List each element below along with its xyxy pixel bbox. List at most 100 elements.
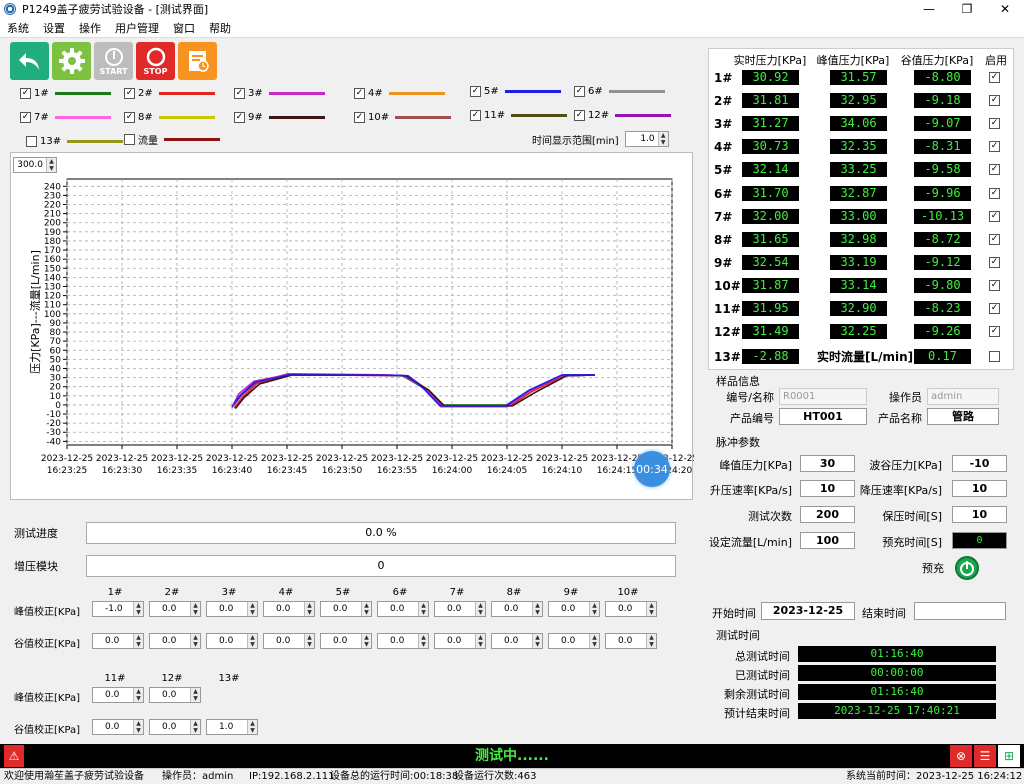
correction-value[interactable]: 0.0	[606, 636, 646, 646]
spin-arrows-icon[interactable]: ▲ ▼	[133, 688, 143, 702]
valley-correction-spinner[interactable]: 0.0 ▲ ▼	[92, 719, 144, 735]
legend-checkbox[interactable]	[124, 133, 135, 145]
legend-checkbox[interactable]: ✓	[574, 109, 585, 121]
timer-badge[interactable]: 00:34	[634, 451, 670, 487]
legend-item[interactable]: ✓ 12#	[574, 108, 672, 122]
legend-checkbox[interactable]: ✓	[234, 111, 245, 123]
spin-arrows-icon[interactable]: ▲ ▼	[304, 634, 314, 648]
channel-enable-checkbox[interactable]: ✓	[989, 210, 1000, 222]
network-icon[interactable]: ⊞	[998, 745, 1020, 767]
valley-correction-spinner[interactable]: 0.0 ▲ ▼	[548, 633, 600, 649]
settings-button[interactable]	[52, 42, 91, 80]
peak-pressure-field[interactable]: 30	[800, 455, 855, 472]
correction-value[interactable]: 0.0	[492, 604, 532, 614]
fall-rate-field[interactable]: 10	[952, 480, 1007, 497]
correction-value[interactable]: 0.0	[264, 636, 304, 646]
correction-value[interactable]: 1.0	[207, 722, 247, 732]
channel-enable-checkbox[interactable]: ✓	[989, 233, 1000, 245]
spin-arrows-icon[interactable]: ▲ ▼	[133, 602, 143, 616]
correction-value[interactable]: 0.0	[321, 604, 361, 614]
correction-value[interactable]: 0.0	[549, 604, 589, 614]
report-button[interactable]	[178, 42, 217, 80]
spin-arrows-icon[interactable]: ▲ ▼	[646, 634, 656, 648]
minimize-button[interactable]: —	[910, 0, 948, 18]
peak-correction-spinner[interactable]: 0.0 ▲ ▼	[548, 601, 600, 617]
stop-button[interactable]: STOP	[136, 42, 175, 80]
rise-rate-field[interactable]: 10	[800, 480, 855, 497]
legend-checkbox[interactable]: ✓	[470, 109, 481, 121]
spin-arrows-icon[interactable]: ▲ ▼	[418, 634, 428, 648]
valley-correction-spinner[interactable]: 0.0 ▲ ▼	[491, 633, 543, 649]
correction-value[interactable]: 0.0	[606, 604, 646, 614]
legend-item[interactable]: ✓ 10#	[354, 110, 452, 124]
legend-item[interactable]: ✓ 3#	[234, 86, 325, 100]
legend-item[interactable]: 流量	[124, 132, 220, 147]
correction-value[interactable]: 0.0	[207, 636, 247, 646]
peak-correction-spinner[interactable]: 0.0 ▲ ▼	[149, 687, 201, 703]
correction-value[interactable]: 0.0	[321, 636, 361, 646]
legend-checkbox[interactable]: ✓	[354, 111, 365, 123]
channel-enable-checkbox[interactable]: ✓	[989, 187, 1000, 199]
channel-enable-checkbox[interactable]: ✓	[989, 303, 1000, 314]
spin-arrows-icon[interactable]: ▲ ▼	[133, 634, 143, 648]
peak-correction-spinner[interactable]: 0.0 ▲ ▼	[149, 601, 201, 617]
legend-checkbox[interactable]: ✓	[354, 87, 365, 99]
legend-item[interactable]: ✓ 9#	[234, 110, 325, 124]
spin-arrows-icon[interactable]: ▲ ▼	[190, 634, 200, 648]
correction-value[interactable]: 0.0	[492, 636, 532, 646]
spin-arrows-icon[interactable]: ▲ ▼	[418, 602, 428, 616]
spin-arrows-icon[interactable]: ▲ ▼	[361, 602, 371, 616]
peak-correction-spinner[interactable]: 0.0 ▲ ▼	[605, 601, 657, 617]
channel-enable-checkbox[interactable]: ✓	[989, 141, 1000, 153]
correction-value[interactable]: 0.0	[150, 690, 190, 700]
time-range-value[interactable]: 1.0	[626, 134, 658, 144]
precharge-power-icon[interactable]	[955, 556, 979, 580]
menu-settings[interactable]: 设置	[36, 20, 72, 36]
correction-value[interactable]: 0.0	[435, 604, 475, 614]
peak-correction-spinner[interactable]: 0.0 ▲ ▼	[434, 601, 486, 617]
menu-system[interactable]: 系统	[0, 20, 36, 36]
legend-item[interactable]: ✓ 1#	[20, 86, 111, 100]
correction-value[interactable]: 0.0	[378, 636, 418, 646]
valley-correction-spinner[interactable]: 0.0 ▲ ▼	[92, 633, 144, 649]
legend-item[interactable]: ✓ 8#	[124, 110, 215, 124]
legend-item[interactable]: ✓ 11#	[470, 108, 568, 122]
correction-value[interactable]: 0.0	[150, 722, 190, 732]
spin-arrows-icon[interactable]: ▲ ▼	[589, 634, 599, 648]
menu-user-management[interactable]: 用户管理	[108, 20, 166, 36]
peak-correction-spinner[interactable]: 0.0 ▲ ▼	[263, 601, 315, 617]
channel-enable-checkbox[interactable]	[989, 351, 1000, 363]
peak-correction-spinner[interactable]: 0.0 ▲ ▼	[377, 601, 429, 617]
channel-enable-checkbox[interactable]: ✓	[989, 118, 1000, 130]
correction-value[interactable]: 0.0	[264, 604, 304, 614]
legend-checkbox[interactable]: ✓	[470, 85, 481, 97]
valley-correction-spinner[interactable]: 0.0 ▲ ▼	[149, 719, 201, 735]
legend-item[interactable]: 13#	[26, 134, 124, 148]
legend-checkbox[interactable]: ✓	[20, 87, 31, 99]
correction-value[interactable]: 0.0	[150, 604, 190, 614]
channel-enable-checkbox[interactable]: ✓	[989, 164, 1000, 176]
valley-correction-spinner[interactable]: 1.0 ▲ ▼	[206, 719, 258, 735]
operator-field[interactable]: admin	[927, 388, 999, 405]
spin-arrows-icon[interactable]: ▲ ▼	[247, 602, 257, 616]
channel-enable-checkbox[interactable]: ✓	[989, 326, 1000, 338]
correction-value[interactable]: 0.0	[435, 636, 475, 646]
spin-arrows-icon[interactable]: ▲ ▼	[646, 602, 656, 616]
correction-value[interactable]: 0.0	[93, 690, 133, 700]
back-button[interactable]	[10, 42, 49, 80]
time-range-spinner[interactable]: 1.0 ▲ ▼	[624, 131, 669, 147]
correction-value[interactable]: 0.0	[207, 604, 247, 614]
valley-correction-spinner[interactable]: 0.0 ▲ ▼	[320, 633, 372, 649]
correction-value[interactable]: 0.0	[150, 636, 190, 646]
spin-arrows-icon[interactable]: ▲ ▼	[361, 634, 371, 648]
maximize-button[interactable]: ❐	[948, 0, 986, 18]
peak-correction-spinner[interactable]: 0.0 ▲ ▼	[92, 687, 144, 703]
correction-value[interactable]: 0.0	[549, 636, 589, 646]
product-name-field[interactable]: 管路	[927, 408, 999, 425]
valley-correction-spinner[interactable]: 0.0 ▲ ▼	[605, 633, 657, 649]
legend-checkbox[interactable]	[26, 135, 37, 147]
clear-alarm-icon[interactable]: ⊗	[950, 745, 972, 767]
legend-checkbox[interactable]: ✓	[574, 85, 585, 97]
correction-value[interactable]: 0.0	[378, 604, 418, 614]
valley-correction-spinner[interactable]: 0.0 ▲ ▼	[434, 633, 486, 649]
